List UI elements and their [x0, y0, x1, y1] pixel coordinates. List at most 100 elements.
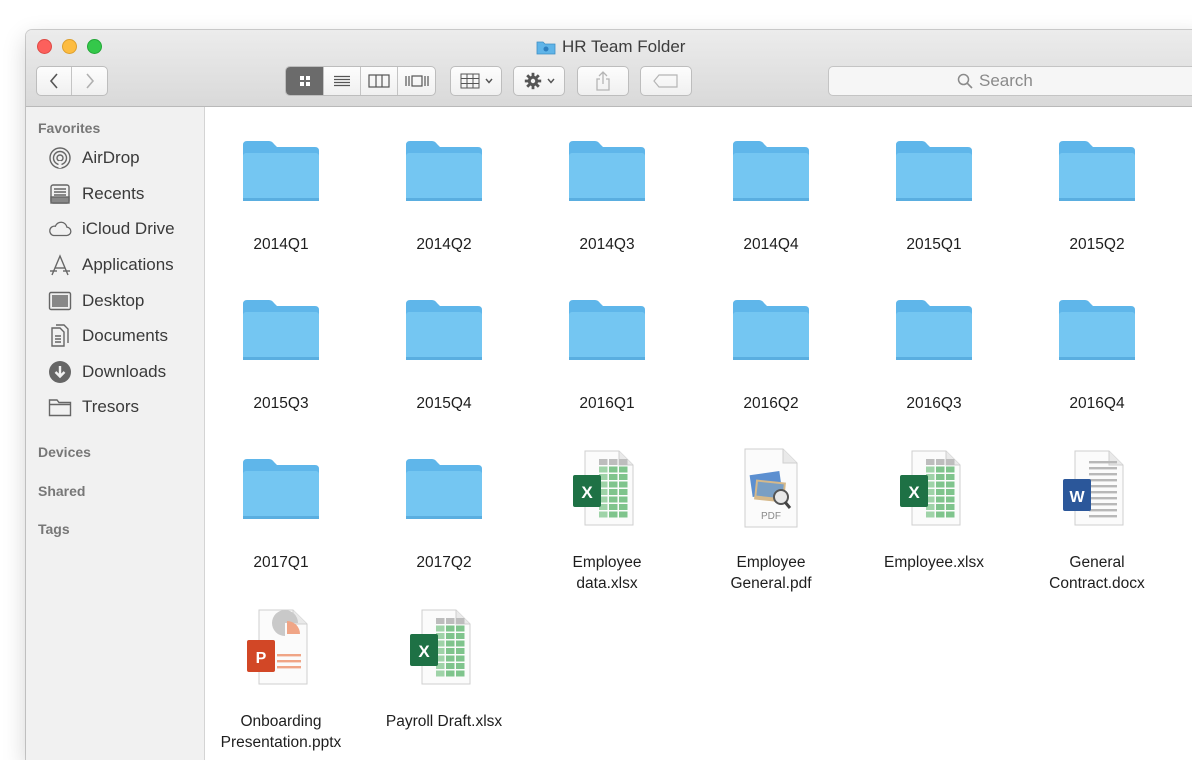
file-name-label: 2016Q1 [579, 395, 635, 412]
search-icon [957, 73, 973, 89]
file-name-label: 2014Q3 [579, 236, 635, 253]
file-name-line: Presentation.pptx [220, 734, 342, 751]
search-input[interactable]: Search [828, 66, 1192, 96]
airdrop-icon [48, 146, 72, 170]
back-button[interactable] [37, 67, 73, 95]
tag-icon [653, 74, 678, 88]
file-name-line: Employee [736, 554, 806, 571]
desktop-icon [48, 289, 72, 313]
window-title: HR Team Folder [536, 37, 685, 57]
file-name-label: 2015Q1 [906, 236, 962, 253]
edit-tags-button[interactable] [640, 66, 692, 96]
sidebar-item-label: AirDrop [82, 148, 140, 167]
file-name-label: 2014Q4 [743, 236, 799, 253]
columns-icon [368, 74, 390, 88]
chevron-right-icon [85, 73, 94, 89]
applications-icon [48, 253, 72, 277]
file-name-line: Contract.docx [1049, 575, 1145, 592]
sidebar-item-recents[interactable]: Recents [48, 180, 144, 208]
icon-grid-icon [299, 76, 310, 86]
folder-icon [729, 127, 813, 211]
folder-icon [536, 41, 556, 54]
share-button[interactable] [577, 66, 629, 96]
documents-icon [48, 324, 72, 348]
svg-text:X: X [581, 483, 593, 502]
share-icon [596, 71, 610, 91]
sidebar-header-tags[interactable]: Tags [38, 521, 70, 537]
file-name-line: General.pdf [730, 575, 812, 592]
list-icon [334, 75, 350, 87]
file-name-label: Employee data.xlsx [532, 552, 682, 594]
gallery-view-button[interactable] [398, 67, 435, 95]
zoom-button[interactable] [87, 39, 102, 54]
sidebar-item-label: Documents [82, 326, 168, 345]
recents-icon [48, 182, 72, 206]
close-button[interactable] [37, 39, 52, 54]
excel-file-icon: X [892, 445, 976, 529]
cover-flow-icon [404, 75, 429, 87]
file-name-label: 2017Q2 [416, 554, 472, 571]
svg-text:X: X [418, 642, 430, 661]
folder-icon [892, 286, 976, 370]
sidebar-header-shared[interactable]: Shared [38, 483, 85, 499]
svg-text:PDF: PDF [761, 511, 781, 522]
sidebar-item-downloads[interactable]: Downloads [48, 358, 166, 386]
sidebar-item-applications[interactable]: Applications [48, 251, 174, 279]
chevron-down-icon [546, 78, 555, 84]
folder-icon [402, 286, 486, 370]
file-name-label: Onboarding Presentation.pptx [206, 711, 356, 753]
folder-icon [729, 286, 813, 370]
view-mode-control [285, 66, 436, 96]
sidebar-item-label: iCloud Drive [82, 219, 175, 238]
downloads-icon [48, 360, 72, 384]
file-name-label: 2014Q2 [416, 236, 472, 253]
arrange-button[interactable] [450, 66, 502, 96]
folder-icon [402, 445, 486, 529]
sidebar-item-desktop[interactable]: Desktop [48, 287, 144, 315]
sidebar-item-airdrop[interactable]: AirDrop [48, 144, 140, 172]
search-placeholder: Search [979, 71, 1033, 90]
file-name-label: 2016Q4 [1069, 395, 1125, 412]
file-name-line: Payroll Draft.xlsx [385, 713, 503, 730]
excel-file-icon: X [402, 604, 486, 688]
file-name-label: 2017Q1 [253, 554, 309, 571]
file-name-label: Employee General.pdf [696, 552, 846, 594]
minimize-button[interactable] [62, 39, 77, 54]
file-name-label: 2016Q3 [906, 395, 962, 412]
file-grid: 2014Q1 2014Q2 2014Q3 2014Q4 2015Q1 2015Q2 2015… [205, 107, 1192, 760]
action-button[interactable] [513, 66, 565, 96]
window-title-text: HR Team Folder [562, 37, 686, 56]
folder-icon [1055, 286, 1139, 370]
sidebar-item-label: Downloads [82, 362, 167, 381]
file-name-label: 2015Q3 [253, 395, 309, 412]
list-view-button[interactable] [324, 67, 361, 95]
sidebar-item-icloud-drive[interactable]: iCloud Drive [48, 215, 175, 243]
nav-buttons [36, 66, 108, 96]
file-name-label: 2016Q2 [743, 395, 799, 412]
file-name-label: General Contract.docx [1022, 552, 1172, 594]
sidebar-item-label: Applications [82, 255, 174, 274]
forward-button[interactable] [72, 67, 107, 95]
folder-icon [1055, 127, 1139, 211]
folder-icon [239, 286, 323, 370]
icon-view-button[interactable] [286, 67, 324, 95]
column-view-button[interactable] [361, 67, 398, 95]
sidebar-item-label: Recents [82, 184, 145, 203]
powerpoint-file-icon: P [239, 604, 323, 688]
svg-text:P: P [256, 650, 267, 667]
finder-window: HR Team Folder Search Favorites AirDrop … [26, 30, 1192, 760]
folder-icon [565, 286, 649, 370]
file-name-label: 2015Q4 [416, 395, 472, 412]
svg-text:X: X [908, 483, 920, 502]
sidebar: Favorites AirDrop Recents iCloud Drive A… [26, 107, 205, 760]
sidebar-item-documents[interactable]: Documents [48, 322, 168, 350]
arrange-grid-icon [460, 73, 479, 89]
gear-icon [524, 72, 541, 90]
cloud-icon [48, 217, 72, 241]
file-name-line: Employee.xlsx [884, 554, 984, 571]
svg-text:W: W [1069, 489, 1085, 506]
folder-icon [239, 445, 323, 529]
sidebar-header-devices[interactable]: Devices [38, 444, 91, 460]
folder-icon [402, 127, 486, 211]
sidebar-item-tresors[interactable]: Tresors [48, 393, 139, 421]
